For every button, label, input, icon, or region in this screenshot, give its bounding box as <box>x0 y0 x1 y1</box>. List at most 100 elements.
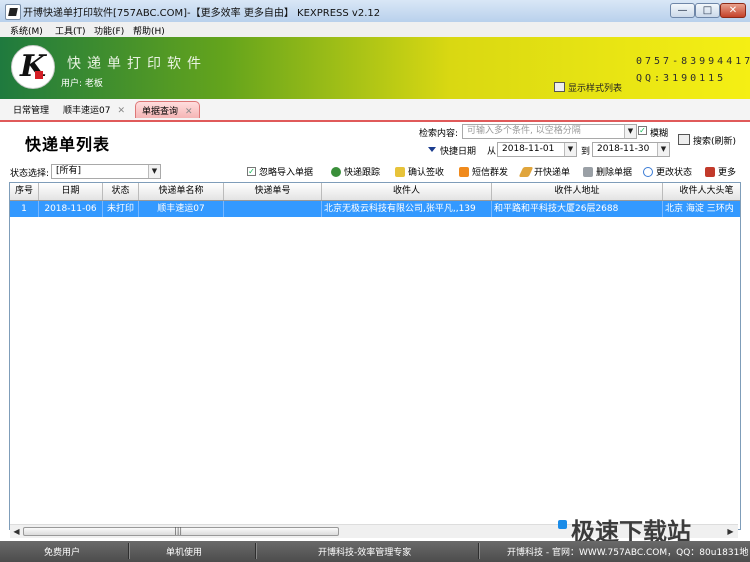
search-placeholder: 可输入多个条件, 以空格分隔 <box>467 126 581 136</box>
app-icon <box>5 4 21 20</box>
to-date-input[interactable]: 2018-11-30 ▼ <box>592 142 670 157</box>
table-cell: 和平路和平科技大厦26层2688 <box>492 201 663 217</box>
status-filter-label: 状态选择: <box>10 169 50 179</box>
table-cell: 北京 海淀 三环内 <box>665 204 734 214</box>
current-user: 用户: 老板 <box>61 79 103 89</box>
contact-phone: 0757-83994417 <box>636 56 750 67</box>
column-header[interactable]: 日期 <box>39 183 103 200</box>
show-style-list-label: 显示样式列表 <box>568 84 623 94</box>
table-cell <box>224 201 322 217</box>
table-cell: 顺丰速运07 <box>139 201 224 217</box>
column-header[interactable]: 收件人地址 <box>492 183 663 200</box>
scroll-right-icon[interactable]: ▶ <box>726 527 735 536</box>
quick-date-label[interactable]: 快捷日期 <box>440 144 476 157</box>
table-cell: 2018-11-06 <box>39 201 103 217</box>
column-header[interactable]: 序号 <box>10 183 39 200</box>
status-bar: 免费用户 单机使用 开博科技-效率管理专家 开博科技 - 官网：WWW.757A… <box>0 541 750 562</box>
column-header[interactable]: 收件人大头笔 <box>663 183 740 200</box>
ignore-import-checkbox[interactable]: ✓ <box>247 167 256 176</box>
tab-bill-query[interactable]: 单据查询 ✕ <box>135 101 200 118</box>
delete-label: 删除单据 <box>596 168 633 178</box>
chevron-down-icon[interactable]: ▼ <box>564 143 576 156</box>
chevron-down-icon[interactable]: ▼ <box>657 143 669 156</box>
rss-icon <box>459 167 469 177</box>
close-icon: ✕ <box>728 5 738 16</box>
column-header[interactable]: 快递单名称 <box>139 183 224 200</box>
fuzzy-label: 模糊 <box>650 129 669 139</box>
change-status-label: 更改状态 <box>656 168 693 178</box>
status-slogan: 开博科技-效率管理专家 <box>318 548 412 558</box>
flag-icon <box>395 167 405 177</box>
logo: K <box>11 45 55 89</box>
menu-tools[interactable]: 工具(T) <box>55 24 86 37</box>
chevron-down-icon[interactable]: ▼ <box>148 165 160 178</box>
change-status-button[interactable]: 更改状态 <box>643 165 692 178</box>
app-name: 快递单打印软件 <box>67 56 207 72</box>
fuzzy-checkbox[interactable]: ✓ <box>638 126 647 135</box>
sms-button[interactable]: 短信群发 <box>459 165 508 178</box>
confirm-receipt-button[interactable]: 确认签收 <box>395 165 444 178</box>
tab-daily-management[interactable]: 日常管理 <box>13 103 49 116</box>
search-label: 检索内容: <box>419 129 459 139</box>
maximize-icon: □ <box>702 5 713 16</box>
table-header: 序号 日期 状态 快递单名称 快递单号 收件人 收件人地址 收件人大头笔 <box>10 183 740 201</box>
title-bar: 开博快递单打印软件[757ABC.COM]-【更多效率 更多自由】 KEXPRE… <box>0 0 750 23</box>
close-tab-icon[interactable]: ✕ <box>117 106 125 116</box>
trash-icon <box>583 167 593 177</box>
status-divider <box>128 543 130 559</box>
track-icon <box>331 167 341 177</box>
track-button[interactable]: 快递跟踪 <box>331 165 380 178</box>
clock-icon <box>643 167 653 177</box>
track-label: 快递跟踪 <box>344 168 381 178</box>
delete-button[interactable]: 删除单据 <box>583 165 632 178</box>
tab-label: 日常管理 <box>13 106 50 116</box>
menu-help[interactable]: 帮助(H) <box>133 24 165 37</box>
new-bill-button[interactable]: 开快递单 <box>518 165 571 178</box>
tab-label: 顺丰速运07 <box>63 106 111 116</box>
header-banner: K 快递单打印软件 用户: 老板 0757-83994417 QQ:319011… <box>0 37 750 99</box>
from-date-value: 2018-11-01 <box>502 144 555 154</box>
from-label: 从 <box>487 147 497 157</box>
status-filter-value: [所有] <box>56 166 82 176</box>
show-style-list-link[interactable]: 显示样式列表 <box>554 81 622 94</box>
quick-date-arrow-icon[interactable] <box>428 147 436 152</box>
menu-bar: 系统(M) 工具(T) 功能(F) 帮助(H) <box>0 22 750 37</box>
table-cell: 未打印 <box>103 201 139 217</box>
contact-qq: QQ:3190115 <box>636 73 727 84</box>
scroll-thumb[interactable]: ||| <box>23 526 339 536</box>
status-mode: 单机使用 <box>166 548 203 558</box>
tab-label: 单据查询 <box>142 107 179 117</box>
scroll-left-icon[interactable]: ◀ <box>12 527 21 536</box>
pencil-icon <box>518 167 534 177</box>
chevron-down-icon[interactable]: ▼ <box>624 125 636 138</box>
column-header[interactable]: 状态 <box>103 183 139 200</box>
page-title: 快递单列表 <box>25 135 111 154</box>
from-date-input[interactable]: 2018-11-01 ▼ <box>497 142 577 157</box>
menu-functions[interactable]: 功能(F) <box>94 24 124 37</box>
maximize-button[interactable]: □ <box>695 3 720 18</box>
search-input[interactable]: 可输入多个条件, 以空格分隔 ▼ <box>462 124 637 139</box>
list-icon <box>554 82 565 92</box>
minimize-button[interactable]: — <box>670 3 695 18</box>
status-user-type: 免费用户 <box>44 548 81 558</box>
search-refresh-button[interactable]: 搜索(刷新) <box>678 134 736 147</box>
status-divider <box>478 543 480 559</box>
more-button[interactable]: 更多 <box>705 165 736 178</box>
tab-bar: 日常管理 顺丰速运07 ✕ 单据查询 ✕ <box>0 99 750 122</box>
confirm-receipt-label: 确认签收 <box>408 168 445 178</box>
search-refresh-label: 搜索(刷新) <box>693 137 737 147</box>
ignore-import-label: 忽略导入单据 <box>259 168 314 178</box>
to-label: 到 <box>581 147 591 157</box>
status-filter-select[interactable]: [所有] ▼ <box>51 164 161 179</box>
column-header[interactable]: 快递单号 <box>224 183 322 200</box>
search-icon <box>678 134 690 145</box>
table-cell: 1 <box>10 201 39 217</box>
new-bill-label: 开快递单 <box>534 168 571 178</box>
tab-sf-express[interactable]: 顺丰速运07 ✕ <box>63 103 125 116</box>
close-tab-icon[interactable]: ✕ <box>185 107 193 117</box>
table-row[interactable]: 1 2018-11-06 未打印 顺丰速运07 北京无极云科技有限公司,张平凡,… <box>10 201 740 217</box>
menu-system[interactable]: 系统(M) <box>10 24 43 37</box>
column-header[interactable]: 收件人 <box>322 183 492 200</box>
window-title: 开博快递单打印软件[757ABC.COM]-【更多效率 更多自由】 KEXPRE… <box>23 8 381 19</box>
close-button[interactable]: ✕ <box>720 3 746 18</box>
